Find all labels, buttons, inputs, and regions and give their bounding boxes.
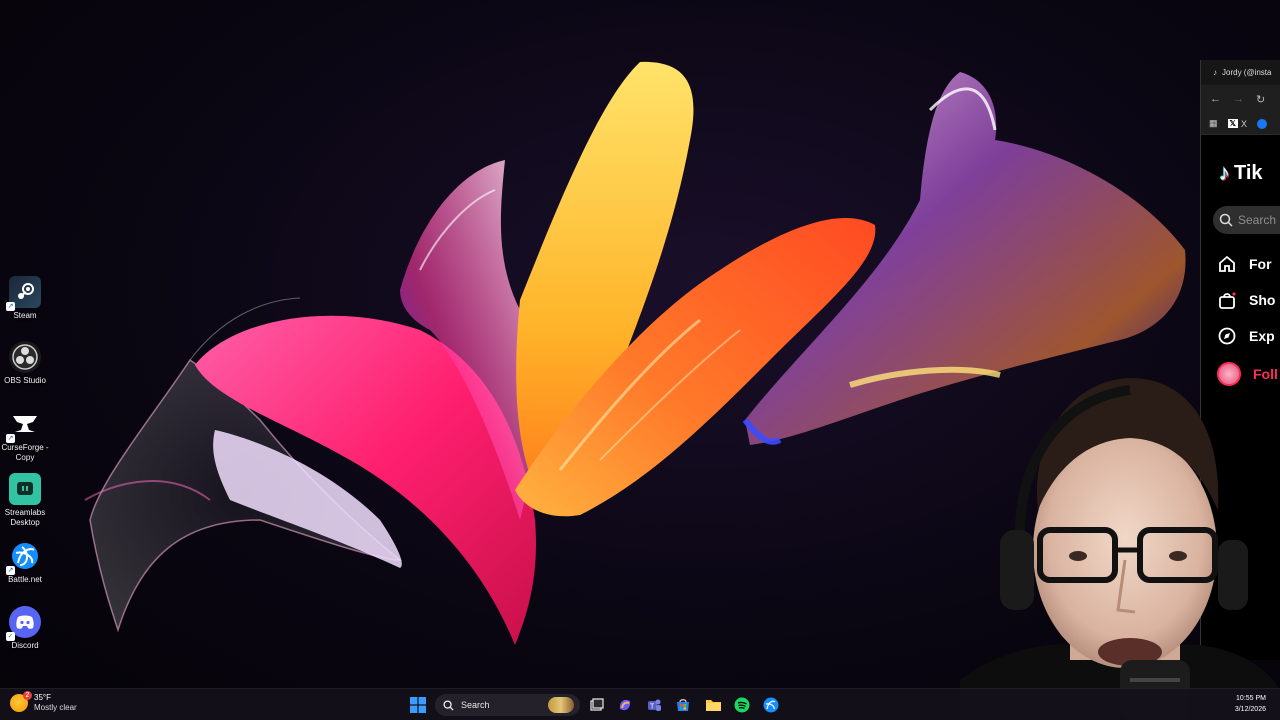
clock-time: 10:55 PM bbox=[1236, 695, 1266, 702]
store-icon bbox=[677, 699, 689, 711]
weather-widget[interactable]: 2 35°F Mostly clear bbox=[10, 691, 77, 713]
desktop-icon-label: Battle.net bbox=[8, 575, 42, 584]
desktop-icon-curseforge[interactable]: ↗ CurseForge - Copy bbox=[0, 408, 50, 463]
tiktok-nav-for-you[interactable]: For bbox=[1217, 254, 1272, 274]
task-view-button[interactable] bbox=[586, 694, 608, 716]
desktop-icon-discord[interactable]: ✓ Discord bbox=[0, 606, 50, 651]
search-icon bbox=[443, 699, 454, 711]
folder-icon bbox=[705, 700, 721, 711]
apps-grid-icon[interactable]: ▦ bbox=[1209, 118, 1218, 129]
weather-temp: 35°F bbox=[34, 693, 51, 702]
desktop-icon-battlenet[interactable]: ↗ Battle.net bbox=[0, 540, 50, 585]
browser-navbar: ← → ↻ bbox=[1201, 85, 1280, 113]
teams-icon: T bbox=[648, 699, 661, 711]
nav-label: Exp bbox=[1249, 328, 1275, 344]
desktop-icon-label: Streamlabs Desktop bbox=[4, 508, 46, 527]
spotify-button[interactable] bbox=[731, 694, 753, 716]
facebook-icon[interactable] bbox=[1256, 118, 1267, 129]
teams-button[interactable]: T bbox=[643, 694, 665, 716]
desktop-screen: ↗ Steam OBS Studio ↗ CurseForge - Copy S… bbox=[0, 0, 1280, 720]
obs-icon bbox=[9, 341, 41, 373]
store-button[interactable] bbox=[672, 694, 694, 716]
copilot-button[interactable] bbox=[614, 694, 636, 716]
tiktok-nav-explore[interactable]: Exp bbox=[1217, 326, 1275, 346]
battlenet-icon bbox=[763, 697, 779, 713]
svg-text:T: T bbox=[650, 704, 655, 711]
webcam-overlay bbox=[960, 378, 1280, 720]
tiktok-nav-shop[interactable]: Sho bbox=[1217, 290, 1275, 310]
home-icon bbox=[1219, 255, 1235, 272]
weather-condition: Mostly clear bbox=[34, 703, 77, 712]
system-clock[interactable]: 10:55 PM 3/12/2026 bbox=[1218, 693, 1266, 715]
x-logo-icon: 𝕏 bbox=[1227, 119, 1238, 128]
tiktok-tab-icon: ♪ bbox=[1213, 68, 1217, 77]
desktop-icon-obs[interactable]: OBS Studio bbox=[0, 341, 50, 386]
nav-label: Sho bbox=[1249, 292, 1276, 308]
battlenet-taskbar-button[interactable] bbox=[760, 694, 782, 716]
battlenet-icon: ↗ bbox=[6, 540, 41, 575]
back-icon[interactable]: ← bbox=[1210, 93, 1221, 105]
start-button[interactable] bbox=[407, 694, 429, 716]
file-explorer-button[interactable] bbox=[702, 694, 724, 716]
browser-tab[interactable]: ♪ Jordy (@insta bbox=[1201, 60, 1280, 85]
desktop-icon-label: Discord bbox=[11, 641, 39, 650]
bookmark-label: X bbox=[1240, 118, 1247, 129]
tiktok-note-icon: ♪ bbox=[1219, 160, 1230, 185]
search-icon bbox=[1219, 213, 1233, 227]
tiktok-search-input[interactable]: Search bbox=[1213, 206, 1280, 234]
curseforge-icon: ↗ bbox=[6, 408, 41, 443]
nav-label: For bbox=[1249, 256, 1272, 272]
notification-badge: 2 bbox=[23, 691, 32, 700]
search-highlight-icon bbox=[548, 697, 574, 713]
reload-icon[interactable]: ↻ bbox=[1256, 93, 1265, 106]
discord-icon: ✓ bbox=[6, 606, 41, 641]
taskbar-search[interactable]: Search bbox=[435, 694, 580, 716]
clock-date: 3/12/2026 bbox=[1234, 706, 1266, 713]
streamlabs-icon bbox=[9, 473, 41, 505]
desktop-icon-label: CurseForge - Copy bbox=[1, 443, 49, 462]
weather-sun-icon: 2 bbox=[10, 691, 32, 712]
taskbar-search-label: Search bbox=[461, 700, 490, 710]
taskbar: 2 35°F Mostly clear Search T 10:55 PM 3/… bbox=[0, 688, 1280, 720]
search-placeholder: Search bbox=[1238, 213, 1277, 227]
forward-icon[interactable]: → bbox=[1233, 93, 1244, 105]
desktop-icon-label: OBS Studio bbox=[4, 376, 46, 385]
steam-icon: ↗ bbox=[6, 276, 41, 311]
desktop-icon-streamlabs[interactable]: Streamlabs Desktop bbox=[0, 473, 50, 528]
shop-icon bbox=[1219, 292, 1236, 309]
copilot-icon bbox=[619, 699, 631, 711]
desktop-icon-label: Steam bbox=[13, 311, 37, 320]
desktop-icon-steam[interactable]: ↗ Steam bbox=[0, 276, 50, 321]
tab-title: Jordy (@insta bbox=[1222, 68, 1272, 77]
bookmarks-bar: ▦ 𝕏 X bbox=[1201, 113, 1280, 135]
tiktok-logo[interactable]: ♪ Tik bbox=[1219, 160, 1263, 186]
compass-icon bbox=[1218, 327, 1236, 345]
tiktok-logo-text: Tik bbox=[1234, 161, 1263, 184]
windows-logo-icon bbox=[410, 697, 426, 713]
bookmark-x[interactable]: 𝕏 X bbox=[1227, 118, 1247, 129]
task-view-icon bbox=[590, 698, 604, 711]
spotify-icon bbox=[734, 697, 750, 713]
